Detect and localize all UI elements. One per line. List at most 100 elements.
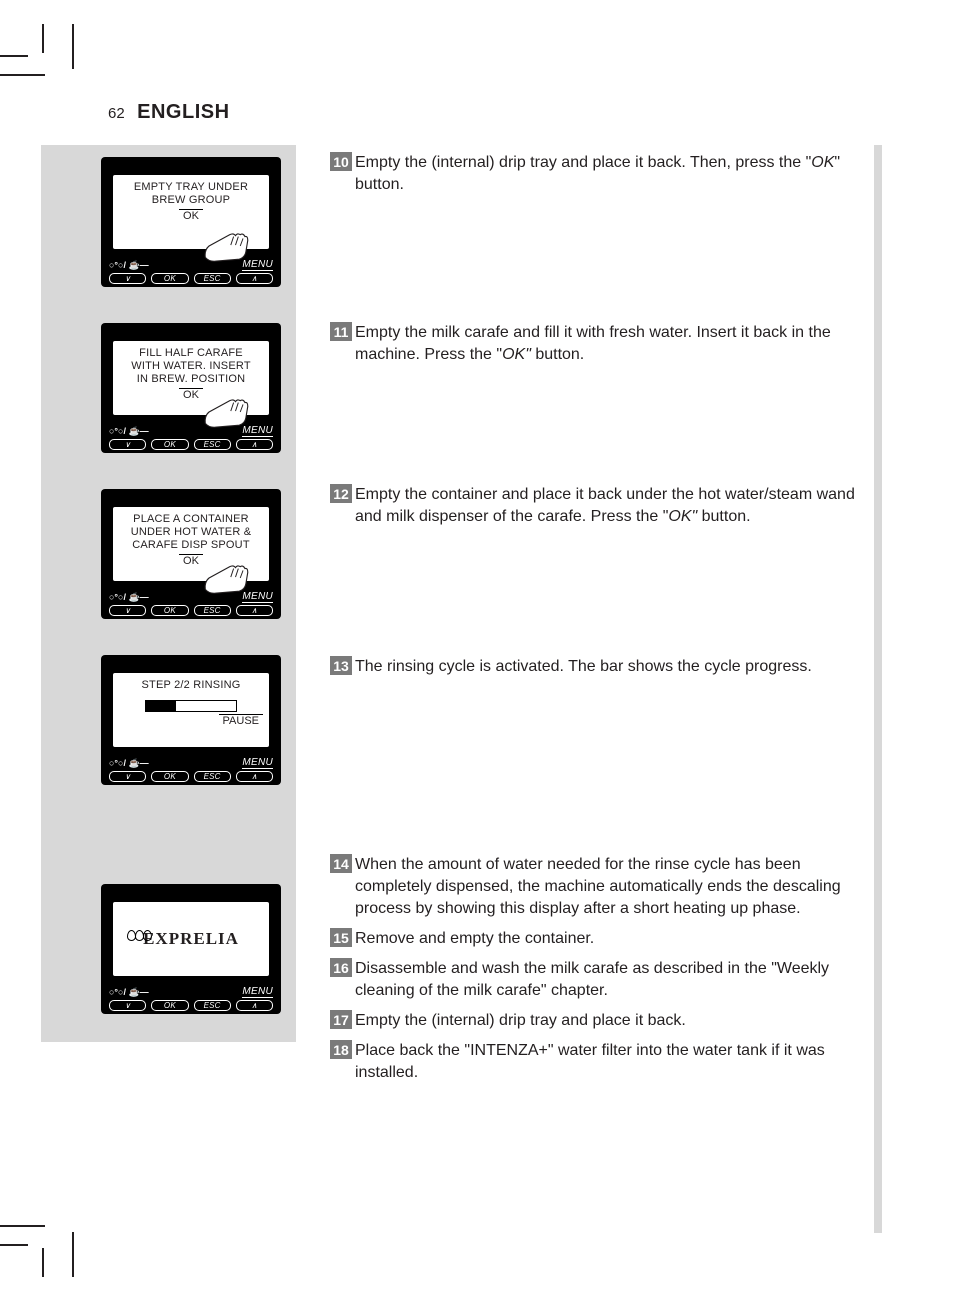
hand-pointer-icon [203, 229, 251, 263]
step-number-badge: 16 [330, 958, 352, 977]
screen-slot: STEP 2/2 RINSINGPAUSE○°○/ ☕—MENU∨OKESC∧ [101, 655, 282, 800]
screen-slot: EMPTY TRAY UNDERBREW GROUPOK○°○/ ☕—MENU∨… [101, 157, 282, 295]
instruction-step: 12Empty the container and place it back … [330, 484, 864, 528]
down-button: ∨ [109, 273, 146, 284]
menu-label: MENU [242, 986, 273, 998]
up-button: ∧ [236, 439, 273, 450]
down-button: ∨ [109, 605, 146, 616]
intensity-icon: ○°○/ ☕— [109, 426, 149, 437]
step-text: Place back the "INTENZA+" water filter i… [355, 1040, 864, 1084]
down-button: ∨ [109, 439, 146, 450]
ok-button: OK [151, 605, 188, 616]
lcd-screen: PLACE A CONTAINERUNDER HOT WATER &CARAFE… [101, 489, 281, 619]
step-spacer [330, 374, 864, 484]
step-spacer [330, 686, 864, 854]
lcd-text-line: IN BREW. POSITION [137, 373, 246, 386]
instruction-step: 18Place back the "INTENZA+" water filter… [330, 1040, 864, 1084]
crop-mark [42, 1248, 44, 1277]
manual-page: 62 ENGLISH EMPTY TRAY UNDERBREW GROUPOK○… [0, 0, 954, 1301]
step-number-badge: 12 [330, 484, 352, 503]
crop-mark [42, 24, 44, 53]
step-number-badge: 18 [330, 1040, 352, 1059]
menu-label: MENU [242, 591, 273, 603]
lcd-text-line: STEP 2/2 RINSING [142, 679, 241, 692]
step-number-badge: 13 [330, 656, 352, 675]
crop-mark [0, 1225, 45, 1227]
menu-label: MENU [242, 259, 273, 271]
crop-mark [0, 55, 28, 57]
screen-slot: EXPRELIA ○°○/ ☕— MENU ∨ OK ESC ∧ [101, 884, 282, 1022]
hand-pointer-icon [203, 561, 251, 595]
esc-button: ESC [194, 439, 231, 450]
instruction-step: 15Remove and empty the container. [330, 928, 864, 950]
page-number: 62 [108, 105, 125, 122]
up-button: ∧ [236, 1000, 273, 1011]
lcd-inner: EXPRELIA [113, 902, 269, 976]
up-button: ∧ [236, 771, 273, 782]
step-text: Empty the (internal) drip tray and place… [355, 152, 864, 196]
instruction-step: 13The rinsing cycle is activated. The ba… [330, 656, 864, 678]
lcd-screen: FILL HALF CARAFEWITH WATER. INSERTIN BRE… [101, 323, 281, 453]
step-text: Empty the milk carafe and fill it with f… [355, 322, 864, 366]
ok-button: OK [151, 273, 188, 284]
instruction-step: 16Disassemble and wash the milk carafe a… [330, 958, 864, 1002]
lcd-inner: STEP 2/2 RINSING PAUSE [113, 673, 269, 747]
lcd-footer: ○°○/ ☕— MENU ∨ OK ESC ∧ [101, 427, 281, 453]
progress-bar [145, 700, 237, 712]
lcd-text-line: CARAFE DISP SPOUT [132, 539, 250, 552]
language-heading: ENGLISH [137, 101, 229, 124]
esc-button: ESC [194, 771, 231, 782]
intensity-icon: ○°○/ ☕— [109, 592, 149, 603]
intensity-icon: ○°○/ ☕— [109, 987, 149, 998]
step-text: Empty the container and place it back un… [355, 484, 864, 528]
step-text: Disassemble and wash the milk carafe as … [355, 958, 864, 1002]
bean-strength-icon [127, 930, 151, 944]
esc-button: ESC [194, 1000, 231, 1011]
lcd-confirm-label: OK [179, 209, 203, 222]
lcd-confirm-label: OK [179, 388, 203, 401]
screens-sidebar: EMPTY TRAY UNDERBREW GROUPOK○°○/ ☕—MENU∨… [41, 145, 296, 1042]
instruction-column: 10Empty the (internal) drip tray and pla… [330, 152, 864, 1092]
screen-slot: FILL HALF CARAFEWITH WATER. INSERTIN BRE… [101, 323, 282, 461]
down-button: ∨ [109, 1000, 146, 1011]
lcd-footer: ○°○/ ☕—MENU∨OKESC∧ [101, 593, 281, 619]
instruction-step: 14When the amount of water needed for th… [330, 854, 864, 920]
lcd-footer: ○°○/ ☕—MENU∨OKESC∧ [101, 261, 281, 287]
up-button: ∧ [236, 605, 273, 616]
exprelia-logo: EXPRELIA [143, 929, 239, 949]
crop-mark [72, 1232, 74, 1277]
lcd-footer: ○°○/ ☕— MENU ∨ OK ESC ∧ [101, 988, 281, 1014]
step-text: The rinsing cycle is activated. The bar … [355, 656, 812, 678]
ok-button: OK [151, 439, 188, 450]
step-number-badge: 14 [330, 854, 352, 873]
screen-slot: PLACE A CONTAINERUNDER HOT WATER &CARAFE… [101, 489, 282, 627]
page-edge-shadow [874, 145, 882, 1233]
lcd-text-line: UNDER HOT WATER & [131, 526, 252, 539]
menu-label: MENU [242, 425, 273, 437]
instruction-step: 10Empty the (internal) drip tray and pla… [330, 152, 864, 196]
step-text: When the amount of water needed for the … [355, 854, 864, 920]
step-number-badge: 15 [330, 928, 352, 947]
lcd-screen: EMPTY TRAY UNDERBREW GROUPOK○°○/ ☕—MENU∨… [101, 157, 281, 287]
ok-button: OK [151, 771, 188, 782]
instruction-step: 17Empty the (internal) drip tray and pla… [330, 1010, 864, 1032]
step-number-badge: 17 [330, 1010, 352, 1029]
lcd-footer: ○°○/ ☕—MENU∨OKESC∧ [101, 759, 281, 785]
step-text: Remove and empty the container. [355, 928, 594, 950]
crop-mark [72, 24, 74, 69]
up-button: ∧ [236, 273, 273, 284]
down-button: ∨ [109, 771, 146, 782]
ok-button: OK [151, 1000, 188, 1011]
lcd-text-line: FILL HALF CARAFE [139, 347, 243, 360]
step-number-badge: 11 [330, 322, 352, 341]
lcd-pause-label: PAUSE [219, 714, 263, 727]
instruction-step: 11Empty the milk carafe and fill it with… [330, 322, 864, 366]
step-spacer [330, 536, 864, 656]
lcd-text-line: EMPTY TRAY UNDER [134, 181, 248, 194]
intensity-icon: ○°○/ ☕— [109, 758, 149, 769]
esc-button: ESC [194, 273, 231, 284]
lcd-screen: STEP 2/2 RINSINGPAUSE○°○/ ☕—MENU∨OKESC∧ [101, 655, 281, 785]
lcd-text-line: PLACE A CONTAINER [133, 513, 249, 526]
page-header: 62 ENGLISH [108, 101, 230, 124]
crop-mark [0, 74, 45, 76]
